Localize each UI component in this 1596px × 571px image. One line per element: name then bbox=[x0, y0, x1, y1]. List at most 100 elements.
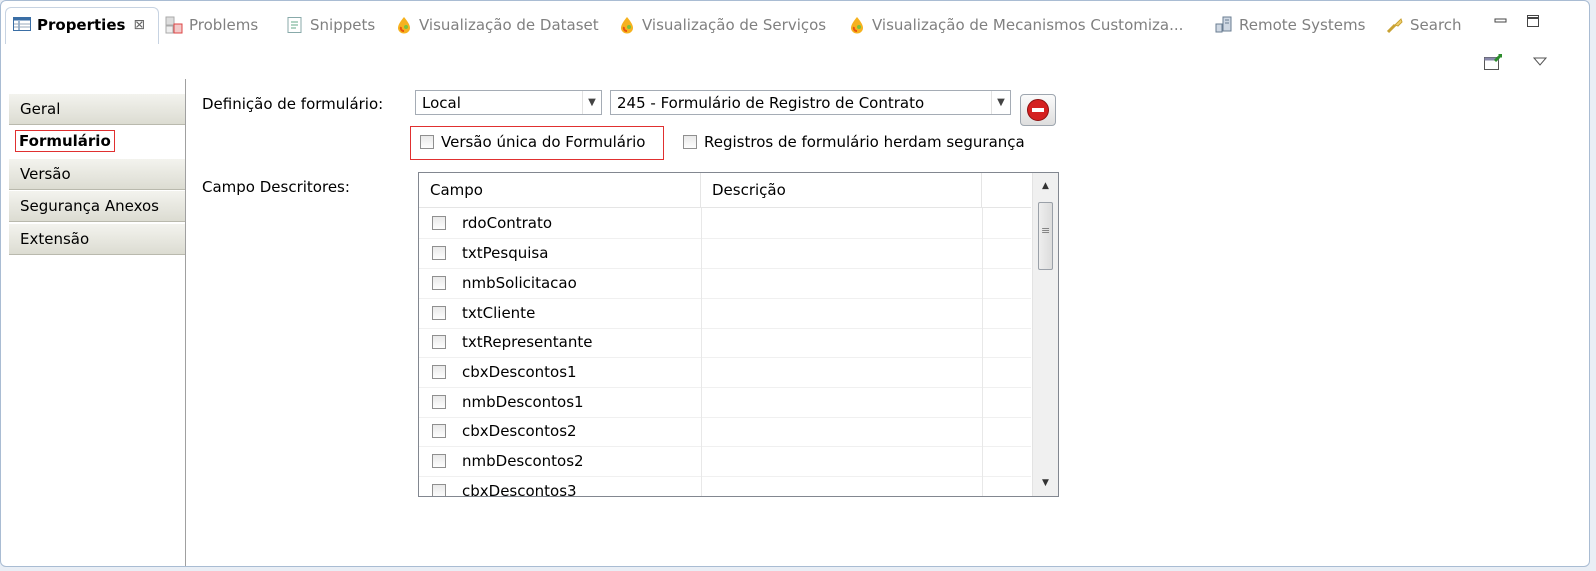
table-row[interactable]: nmbDescontos1 bbox=[419, 387, 1031, 418]
column-divider bbox=[701, 268, 702, 298]
tab-problems-label: Problems bbox=[189, 16, 259, 34]
scroll-up-icon[interactable]: ▲ bbox=[1033, 173, 1058, 199]
tab-properties-label: Properties bbox=[37, 16, 126, 34]
row-field-name: rdoContrato bbox=[462, 214, 553, 232]
table-scrollbar[interactable]: ▲ ▼ bbox=[1032, 173, 1058, 496]
row-checkbox[interactable] bbox=[432, 484, 446, 496]
descriptors-label: Campo Descritores: bbox=[202, 178, 350, 196]
column-divider bbox=[982, 327, 983, 357]
remote-systems-icon bbox=[1215, 16, 1233, 34]
table-row[interactable]: txtCliente bbox=[419, 298, 1031, 329]
scroll-down-icon[interactable]: ▼ bbox=[1033, 470, 1058, 496]
column-divider bbox=[982, 446, 983, 476]
chevron-down-icon[interactable]: ▼ bbox=[582, 91, 601, 114]
column-divider bbox=[982, 357, 983, 387]
minimize-icon[interactable] bbox=[1493, 13, 1509, 29]
tab-snippets-label: Snippets bbox=[310, 16, 376, 34]
row-field-name: nmbSolicitacao bbox=[462, 274, 577, 292]
table-row[interactable]: txtPesquisa bbox=[419, 238, 1031, 269]
definition-label: Definição de formulário: bbox=[202, 95, 384, 113]
table-row[interactable]: cbxDescontos3 bbox=[419, 476, 1031, 497]
column-divider bbox=[701, 298, 702, 328]
tab-problems[interactable]: Problems bbox=[165, 12, 258, 38]
sidebar-item-versao[interactable]: Versão bbox=[9, 158, 185, 190]
row-field-name: txtRepresentante bbox=[462, 333, 593, 351]
column-header-campo[interactable]: Campo bbox=[419, 173, 701, 207]
close-tab-icon[interactable]: ⊠ bbox=[133, 17, 145, 33]
snippets-icon bbox=[286, 16, 304, 34]
tab-remote-systems[interactable]: Remote Systems bbox=[1215, 12, 1365, 38]
sidebar-item-label: Extensão bbox=[20, 230, 90, 248]
tab-properties[interactable]: Properties ⊠ bbox=[13, 12, 145, 38]
tab-snippets[interactable]: Snippets bbox=[286, 12, 375, 38]
table-row[interactable]: nmbSolicitacao bbox=[419, 268, 1031, 299]
tab-search-label: Search bbox=[1410, 16, 1462, 34]
row-checkbox[interactable] bbox=[432, 424, 446, 438]
single-version-checkbox[interactable] bbox=[420, 135, 434, 149]
tab-visualizacao-servicos[interactable]: Visualização de Serviços bbox=[618, 12, 826, 38]
sidebar-item-label: Geral bbox=[20, 100, 61, 118]
problems-icon bbox=[165, 16, 183, 34]
column-divider bbox=[982, 208, 983, 238]
sidebar-item-label: Versão bbox=[20, 165, 71, 183]
row-checkbox[interactable] bbox=[432, 335, 446, 349]
inherit-security-checkbox[interactable] bbox=[683, 135, 697, 149]
chevron-down-icon[interactable]: ▼ bbox=[991, 91, 1010, 114]
row-checkbox[interactable] bbox=[432, 365, 446, 379]
remove-form-button[interactable] bbox=[1020, 94, 1056, 126]
single-version-label: Versão única do Formulário bbox=[441, 133, 646, 151]
column-divider bbox=[701, 446, 702, 476]
sidebar-item-extensao[interactable]: Extensão bbox=[9, 223, 185, 255]
table-row[interactable]: rdoContrato bbox=[419, 208, 1031, 239]
tab-search[interactable]: Search bbox=[1386, 12, 1462, 38]
row-checkbox[interactable] bbox=[432, 246, 446, 260]
sidebar-item-formulario[interactable]: Formulário bbox=[9, 126, 185, 156]
form-definition-select[interactable]: 245 - Formulário de Registro de Contrato… bbox=[610, 90, 1011, 115]
column-divider bbox=[982, 238, 983, 268]
column-divider bbox=[982, 476, 983, 496]
sidebar-item-label: Formulário bbox=[15, 130, 115, 152]
table-row[interactable]: nmbDescontos2 bbox=[419, 446, 1031, 477]
tab-visualizacao-mecanismos-label: Visualização de Mecanismos Customiza... bbox=[872, 16, 1184, 34]
scrollbar-thumb[interactable] bbox=[1038, 202, 1053, 270]
row-checkbox[interactable] bbox=[432, 395, 446, 409]
drop-icon bbox=[848, 16, 866, 34]
column-divider bbox=[701, 476, 702, 496]
sidebar-item-seguranca-anexos[interactable]: Segurança Anexos bbox=[9, 190, 185, 222]
tab-visualizacao-mecanismos[interactable]: Visualização de Mecanismos Customiza... bbox=[848, 12, 1183, 38]
table-row[interactable]: txtRepresentante bbox=[419, 327, 1031, 358]
table-row[interactable]: cbxDescontos2 bbox=[419, 416, 1031, 447]
inherit-security-label: Registros de formulário herdam segurança bbox=[704, 133, 1025, 151]
column-divider bbox=[701, 357, 702, 387]
descriptors-table: Campo Descrição rdoContrato txtPesquisa … bbox=[418, 172, 1059, 497]
row-field-name: txtCliente bbox=[462, 304, 536, 322]
drop-icon bbox=[395, 16, 413, 34]
sidebar-item-geral[interactable]: Geral bbox=[9, 93, 185, 125]
column-header-filler bbox=[982, 173, 1031, 207]
column-divider bbox=[982, 416, 983, 446]
view-tab-bar: Properties ⊠ Problems Snippets Visualiza… bbox=[1, 1, 1589, 47]
table-header: Campo Descrição bbox=[419, 173, 1031, 208]
row-checkbox[interactable] bbox=[432, 276, 446, 290]
row-checkbox[interactable] bbox=[432, 216, 446, 230]
tab-visualizacao-dataset-label: Visualização de Dataset bbox=[419, 16, 599, 34]
tab-visualizacao-dataset[interactable]: Visualização de Dataset bbox=[395, 12, 599, 38]
table-row[interactable]: cbxDescontos1 bbox=[419, 357, 1031, 388]
location-select[interactable]: Local ▼ bbox=[415, 90, 602, 115]
properties-sidebar: Geral Formulário Versão Segurança Anexos… bbox=[9, 79, 186, 566]
column-header-descricao[interactable]: Descrição bbox=[701, 173, 982, 207]
row-checkbox[interactable] bbox=[432, 454, 446, 468]
view-menu-icon[interactable] bbox=[1532, 53, 1548, 71]
row-field-name: cbxDescontos3 bbox=[462, 482, 577, 497]
stop-icon bbox=[1027, 99, 1049, 121]
row-checkbox[interactable] bbox=[432, 306, 446, 320]
column-divider bbox=[701, 387, 702, 417]
column-divider bbox=[701, 208, 702, 238]
maximize-icon[interactable] bbox=[1525, 13, 1541, 29]
pin-view-icon[interactable] bbox=[1483, 53, 1503, 75]
column-divider bbox=[982, 387, 983, 417]
row-field-name: cbxDescontos1 bbox=[462, 363, 577, 381]
column-divider bbox=[701, 416, 702, 446]
column-divider bbox=[701, 327, 702, 357]
tab-visualizacao-servicos-label: Visualização de Serviços bbox=[642, 16, 827, 34]
